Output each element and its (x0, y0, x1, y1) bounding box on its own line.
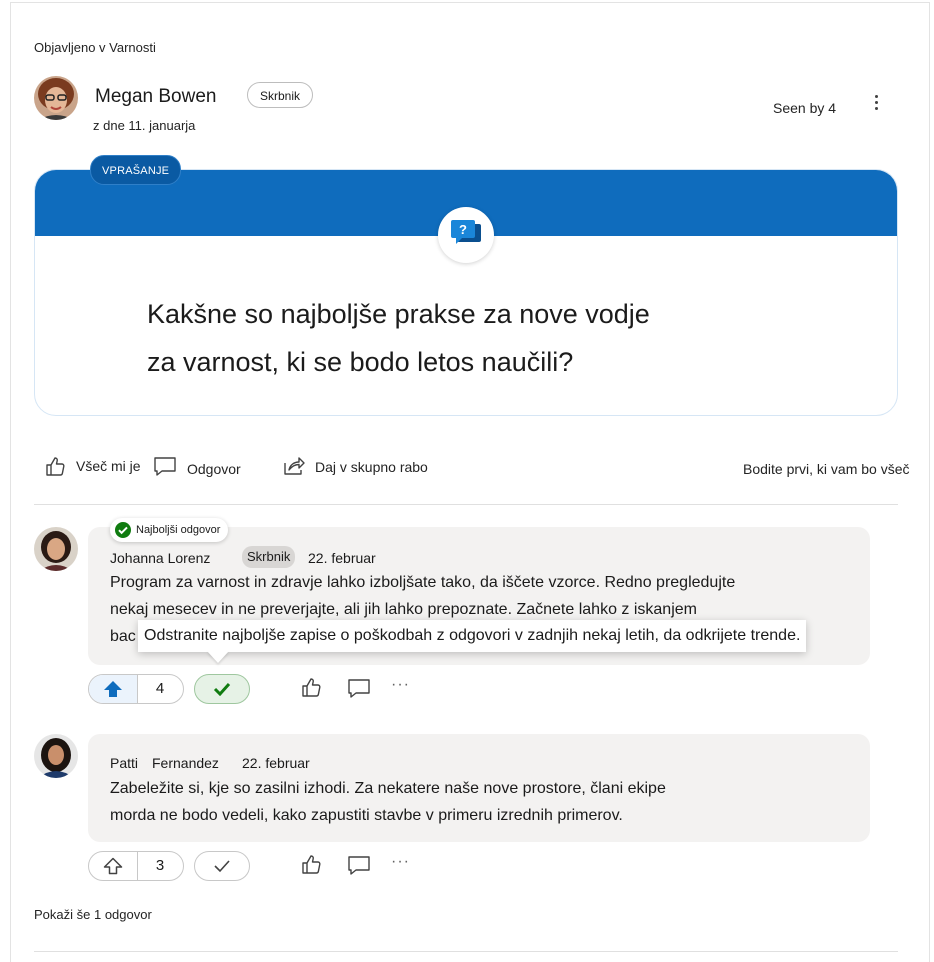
arrow-up-icon (104, 681, 122, 697)
question-line-2: za varnost, ki se bodo letos naučili? (147, 347, 574, 377)
like-icon[interactable] (300, 853, 322, 875)
show-more-replies[interactable]: Pokaži še 1 odgovor (34, 907, 152, 922)
question-text: Kakšne so najboljše prakse za nove vodje… (147, 290, 747, 386)
reply-role-badge: Skrbnik (242, 546, 296, 568)
tooltip-arrow (207, 651, 229, 663)
check-circle-icon (115, 522, 131, 538)
upvote-group: 4 (88, 674, 184, 704)
reply-line: nekaj mesecev in ne preverjajte, ali jih… (110, 601, 697, 618)
reply-line: Program za varnost in zdravje lahko izbo… (110, 574, 736, 591)
first-like-text: Bodite prvi, ki vam bo všeč (743, 461, 910, 477)
reply-date: 22. februar (242, 755, 310, 771)
reply-avatar[interactable] (34, 734, 78, 778)
reply-author[interactable]: Johanna Lorenz (110, 550, 210, 566)
upvote-button[interactable] (89, 852, 137, 880)
seen-by-count[interactable]: Seen by 4 (773, 100, 836, 116)
divider (34, 951, 898, 952)
svg-text:?: ? (459, 222, 467, 237)
like-icon[interactable] (300, 676, 322, 698)
upvote-button[interactable] (89, 675, 137, 703)
reply-author-last[interactable]: Fernandez (152, 755, 219, 771)
best-answer-label: Najboljši odgovor (136, 524, 221, 536)
share-icon (284, 457, 305, 475)
reply-line-start: bac (110, 628, 136, 645)
upvote-group: 3 (88, 851, 184, 881)
like-action[interactable]: Všeč mi je (44, 455, 141, 477)
reply-avatar[interactable] (34, 527, 78, 571)
like-label: Všeč mi je (76, 458, 141, 474)
question-line-1: Kakšne so najboljše prakse za nove vodje (147, 299, 650, 329)
best-answer-badge: Najboljši odgovor (110, 518, 229, 542)
role-badge: Skrbnik (247, 82, 314, 108)
vote-count: 3 (155, 857, 165, 874)
vote-count: 4 (155, 680, 165, 697)
posted-in-label: Objavljeno v Varnosti (34, 40, 156, 55)
reply-line: morda ne bodo vedeli, kako zapustiti sta… (110, 807, 623, 824)
divider (34, 504, 898, 505)
reply-label: Odgovor (187, 461, 241, 477)
reply-action[interactable]: Odgovor (153, 455, 241, 477)
checkmark-icon (214, 860, 230, 873)
question-bubble-icon: ? (438, 207, 494, 263)
question-badge: VPRAŠANJE (90, 155, 182, 185)
comment-icon[interactable] (347, 854, 371, 876)
more-icon[interactable]: ··· (391, 853, 410, 871)
mark-best-button[interactable] (194, 851, 250, 881)
author-name[interactable]: Megan Bowen (95, 86, 216, 108)
reply-line: Zabeležite si, kje so zasilni izhodi. Za… (110, 780, 666, 797)
reply-author-first[interactable]: Patti (110, 755, 138, 771)
share-label: Daj v skupno rabo (315, 459, 428, 475)
more-options-icon[interactable] (866, 92, 886, 118)
reply-date: 22. februar (308, 550, 376, 566)
mark-best-tooltip: Odstranite najboljše zapise o poškodbah … (138, 620, 807, 652)
checkmark-icon (213, 682, 231, 696)
more-icon[interactable]: ··· (391, 676, 410, 694)
author-avatar[interactable] (34, 76, 78, 120)
comment-icon (154, 457, 176, 476)
arrow-up-icon (103, 857, 123, 875)
mark-best-button[interactable] (194, 674, 250, 704)
share-action[interactable]: Daj v skupno rabo (283, 455, 428, 477)
thumbs-up-icon (46, 457, 65, 476)
comment-icon[interactable] (347, 677, 371, 699)
tooltip-text: Odstranite najboljše zapise o poškodbah … (144, 627, 801, 644)
post-date: z dne 11. januarja (93, 118, 196, 133)
reply-text: Zabeležite si, kje so zasilni izhodi. Za… (110, 775, 870, 829)
